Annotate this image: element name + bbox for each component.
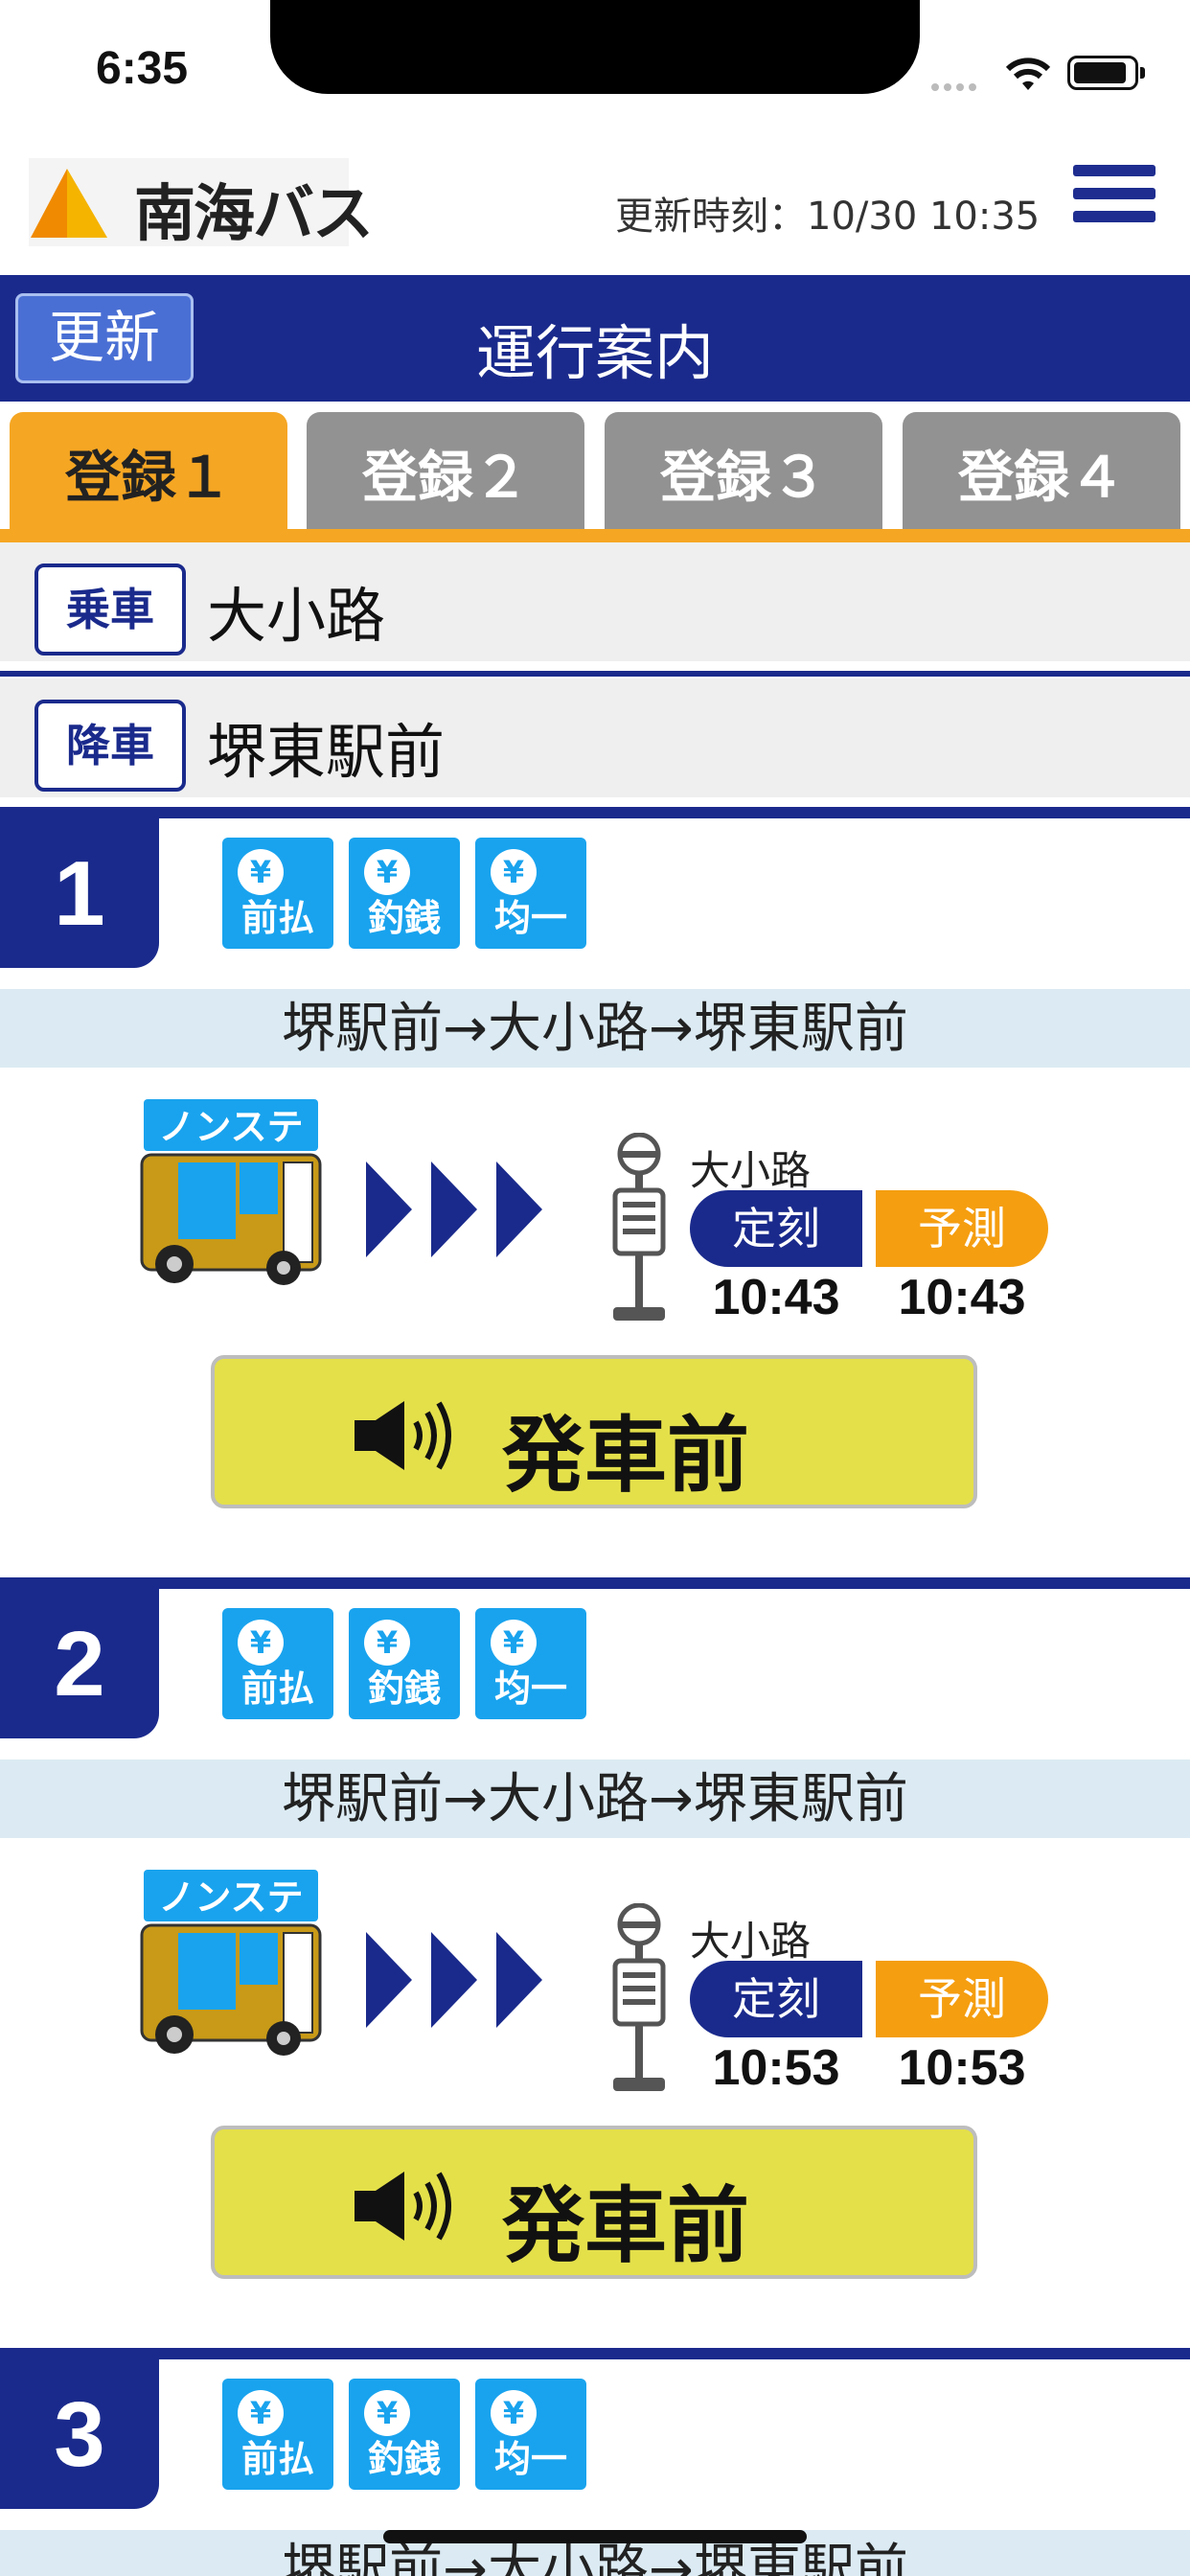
refresh-button[interactable]: 更新	[15, 293, 194, 383]
status-text: 発車前	[502, 1408, 749, 1504]
notch	[270, 0, 920, 94]
tab-registration-2[interactable]: 登録２	[307, 412, 584, 529]
divider	[0, 671, 1190, 677]
battery-icon	[1067, 56, 1138, 90]
bus-number: 3	[0, 2359, 159, 2509]
flat-fare-icon: ¥ 均一	[475, 838, 586, 949]
prepay-icon: ¥ 前払	[222, 2379, 333, 2490]
bus-number: 2	[0, 1589, 159, 1738]
status-text: 発車前	[502, 2178, 749, 2274]
change-icon: ¥ 釣銭	[349, 1608, 460, 1719]
timing-stop-name: 大小路	[690, 1147, 812, 1194]
tab-registration-1[interactable]: 登録１	[10, 412, 287, 529]
tab-underline	[0, 529, 1190, 542]
brand-name: 南海バス	[134, 179, 374, 250]
arrow-chevrons-icon	[366, 1932, 542, 2028]
tab-registration-3[interactable]: 登録３	[605, 412, 882, 529]
boarding-stop: 大小路	[207, 581, 386, 651]
menu-icon[interactable]	[1073, 165, 1156, 234]
route-text: 堺駅前→大小路→堺東駅前	[0, 1760, 1190, 1838]
status-bar: 6:35	[0, 0, 1190, 144]
flat-fare-icon: ¥ 均一	[475, 2379, 586, 2490]
bus-icon: ノンステ	[140, 1099, 322, 1285]
route-text: 堺駅前→大小路→堺東駅前	[0, 989, 1190, 1068]
update-time: 更新時刻：10/30 10:35	[615, 195, 1041, 239]
prepay-icon: ¥ 前払	[222, 1608, 333, 1719]
bus-card: 2 ¥ 前払 ¥ 釣銭 ¥ 均一 堺駅前→大小路→堺東駅前 ノンステ 大小路 定刻 予…	[0, 1577, 1190, 2348]
registration-tabs: 登録１ 登録２ 登録３ 登録４	[0, 412, 1190, 531]
speaker-icon	[355, 1401, 451, 1470]
wifi-icon	[1005, 58, 1051, 90]
status-button[interactable]: 発車前	[211, 2126, 977, 2279]
scheduled-time: 10:53	[712, 2040, 840, 2096]
signal-icon	[931, 77, 981, 95]
bus-number: 1	[0, 818, 159, 968]
predicted-time: 10:53	[898, 2040, 1026, 2096]
bus-stop-icon	[612, 1133, 666, 1321]
predicted-time: 10:43	[898, 1270, 1026, 1325]
flat-fare-icon: ¥ 均一	[475, 1608, 586, 1719]
status-button[interactable]: 発車前	[211, 1355, 977, 1508]
scheduled-label: 定刻	[690, 1190, 862, 1267]
bus-tag: ノンステ	[158, 1106, 303, 1148]
clock: 6:35	[96, 43, 189, 94]
tab-registration-4[interactable]: 登録４	[903, 412, 1180, 529]
alighting-row[interactable]: 降車 堺東駅前	[0, 678, 1190, 797]
bus-icon: ノンステ	[140, 1870, 322, 2056]
scheduled-time: 10:43	[712, 1270, 840, 1325]
arrow-chevrons-icon	[366, 1162, 542, 1257]
logo-icon	[31, 169, 107, 238]
bus-tag: ノンステ	[158, 1876, 303, 1919]
bus-stop-icon	[612, 1903, 666, 2091]
predicted-label: 予測	[876, 1961, 1048, 2037]
predicted-label: 予測	[876, 1190, 1048, 1267]
change-icon: ¥ 釣銭	[349, 838, 460, 949]
alighting-badge: 降車	[34, 700, 186, 792]
change-icon: ¥ 釣銭	[349, 2379, 460, 2490]
scheduled-label: 定刻	[690, 1961, 862, 2037]
boarding-badge: 乗車	[34, 564, 186, 656]
bus-card: 1 ¥ 前払 ¥ 釣銭 ¥ 均一 堺駅前→大小路→堺東駅前 ノンステ 大小路 定刻 予…	[0, 807, 1190, 1577]
timing-stop-name: 大小路	[690, 1918, 812, 1965]
home-indicator[interactable]	[383, 2530, 807, 2543]
alighting-stop: 堺東駅前	[207, 717, 446, 787]
speaker-icon	[355, 2172, 451, 2241]
boarding-row[interactable]: 乗車 大小路	[0, 542, 1190, 661]
prepay-icon: ¥ 前払	[222, 838, 333, 949]
